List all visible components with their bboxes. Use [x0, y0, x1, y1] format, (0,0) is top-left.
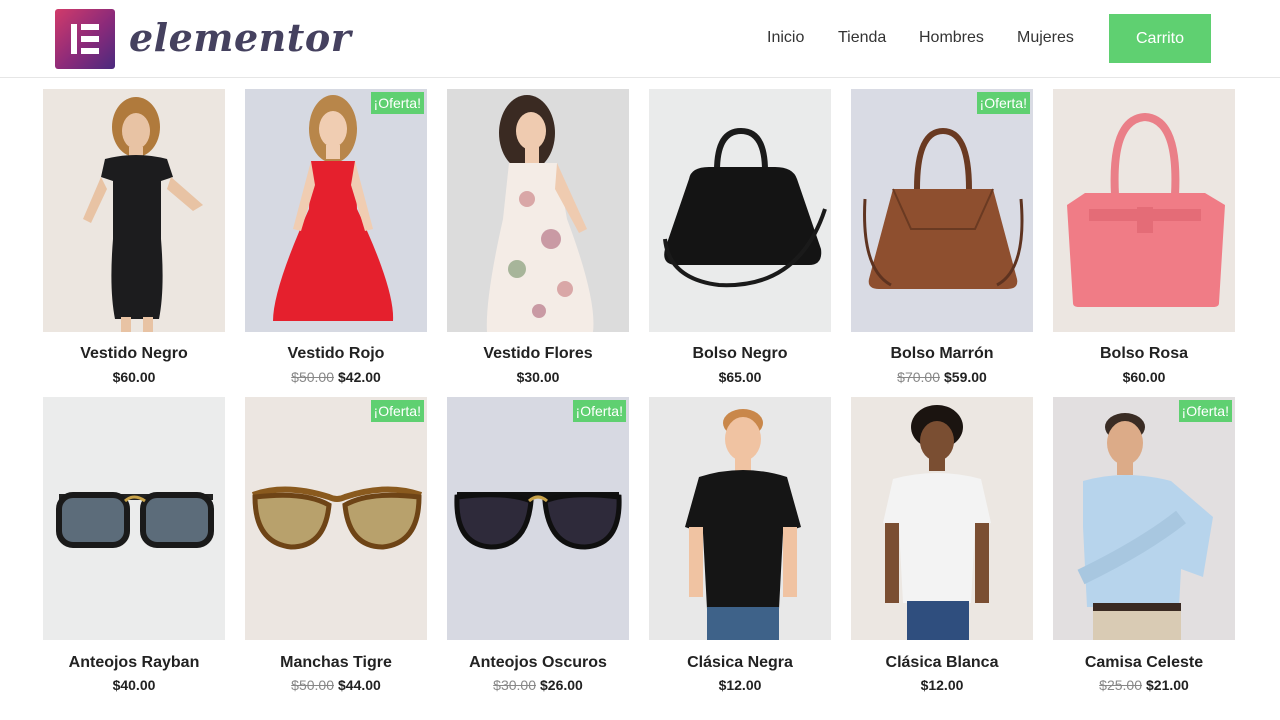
- site-header: elementor Inicio Tienda Hombres Mujeres …: [0, 0, 1280, 78]
- product-image[interactable]: [447, 89, 629, 332]
- product-name[interactable]: Anteojos Rayban: [43, 654, 225, 672]
- product-image[interactable]: [649, 397, 831, 640]
- product-name[interactable]: Vestido Negro: [43, 345, 225, 363]
- product-name[interactable]: Vestido Flores: [447, 345, 629, 363]
- current-price: $60.00: [112, 369, 156, 385]
- current-price: $44.00: [338, 677, 381, 693]
- current-price: $21.00: [1146, 677, 1189, 693]
- product-price: $25.00 $21.00: [1053, 677, 1235, 693]
- black-tshirt-man-icon: [685, 409, 801, 640]
- old-price: $70.00: [897, 369, 940, 385]
- product-name[interactable]: Camisa Celeste: [1053, 654, 1235, 672]
- sale-badge: ¡Oferta!: [370, 400, 424, 422]
- product-name[interactable]: Anteojos Oscuros: [447, 654, 629, 672]
- nav-item-hombres[interactable]: Hombres: [919, 29, 984, 47]
- product-price: $65.00: [649, 369, 831, 385]
- product-price: $60.00: [43, 369, 225, 385]
- product-name[interactable]: Clásica Negra: [649, 654, 831, 672]
- current-price: $59.00: [944, 369, 987, 385]
- tortoise-sunglasses-icon: [251, 486, 422, 550]
- sale-badge: ¡Oferta!: [1178, 400, 1232, 422]
- product-price: $50.00 $42.00: [245, 369, 427, 385]
- black-bag-icon: [663, 127, 827, 288]
- product-image[interactable]: ¡Oferta!: [245, 397, 427, 640]
- red-dress-icon: [273, 95, 394, 321]
- old-price: $30.00: [493, 677, 536, 693]
- product-image[interactable]: ¡Oferta!: [245, 89, 427, 332]
- sale-badge: ¡Oferta!: [370, 92, 424, 114]
- product-image[interactable]: [1053, 89, 1235, 332]
- product-price: $40.00: [43, 677, 225, 693]
- current-price: $26.00: [540, 677, 583, 693]
- product-name[interactable]: Vestido Rojo: [245, 345, 427, 363]
- current-price: $65.00: [718, 369, 762, 385]
- brand-name: elementor: [129, 14, 352, 60]
- old-price: $50.00: [291, 677, 334, 693]
- nav-item-tienda[interactable]: Tienda: [838, 29, 886, 47]
- nav-item-inicio[interactable]: Inicio: [767, 29, 804, 47]
- product-name[interactable]: Bolso Rosa: [1053, 345, 1235, 363]
- product-name[interactable]: Manchas Tigre: [245, 654, 427, 672]
- product-image[interactable]: [43, 89, 225, 332]
- product-name[interactable]: Bolso Marrón: [851, 345, 1033, 363]
- white-tshirt-man-icon: [883, 405, 991, 640]
- product-price: $30.00 $26.00: [447, 677, 629, 693]
- current-price: $12.00: [718, 677, 762, 693]
- dark-sunglasses-icon: [454, 492, 622, 550]
- current-price: $30.00: [516, 369, 560, 385]
- sale-badge: ¡Oferta!: [572, 400, 626, 422]
- cart-button[interactable]: Carrito: [1109, 14, 1211, 63]
- sale-badge: ¡Oferta!: [976, 92, 1030, 114]
- old-price: $50.00: [291, 369, 334, 385]
- product-price: $12.00: [649, 677, 831, 693]
- product-image[interactable]: ¡Oferta!: [1053, 397, 1235, 640]
- product-price: $12.00: [851, 677, 1033, 693]
- product-image[interactable]: ¡Oferta!: [447, 397, 629, 640]
- blue-shirt-man-icon: [1077, 413, 1213, 640]
- old-price: $25.00: [1099, 677, 1142, 693]
- nav-item-mujeres[interactable]: Mujeres: [1017, 29, 1074, 47]
- current-price: $40.00: [112, 677, 156, 693]
- brand-logo[interactable]: elementor: [55, 9, 351, 69]
- black-sunglasses-icon: [56, 492, 214, 548]
- current-price: $42.00: [338, 369, 381, 385]
- product-image[interactable]: ¡Oferta!: [851, 89, 1033, 332]
- product-image[interactable]: [43, 397, 225, 640]
- product-image[interactable]: [851, 397, 1033, 640]
- elementor-logo-icon: [55, 9, 115, 69]
- product-name[interactable]: Clásica Blanca: [851, 654, 1033, 672]
- product-name[interactable]: Bolso Negro: [649, 345, 831, 363]
- product-price: $60.00: [1053, 369, 1235, 385]
- black-dress-icon: [83, 97, 203, 332]
- current-price: $60.00: [1122, 369, 1166, 385]
- product-price: $70.00 $59.00: [851, 369, 1033, 385]
- product-image[interactable]: [649, 89, 831, 332]
- brown-bag-icon: [863, 127, 1024, 289]
- floral-dress-icon: [486, 95, 594, 332]
- pink-bag-icon: [1067, 112, 1225, 307]
- current-price: $12.00: [920, 677, 964, 693]
- product-price: $30.00: [447, 369, 629, 385]
- product-price: $50.00 $44.00: [245, 677, 427, 693]
